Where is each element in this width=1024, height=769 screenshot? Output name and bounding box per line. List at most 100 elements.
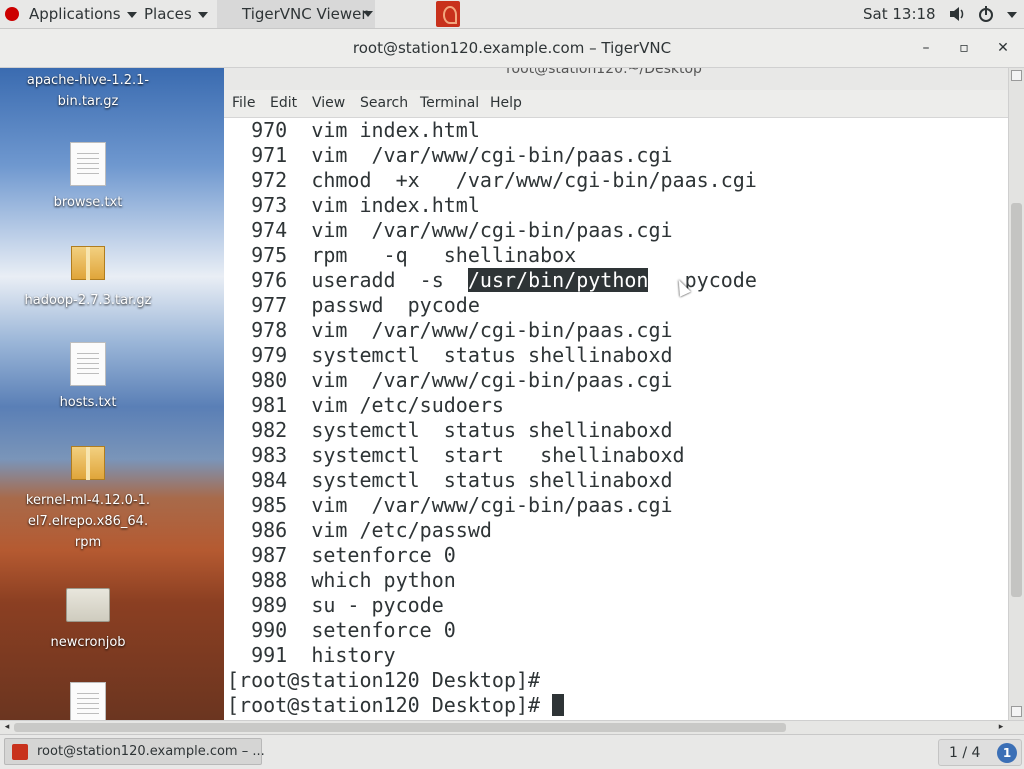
menu-search[interactable]: Search: [360, 95, 408, 111]
desktop-icon-kernel-rpm[interactable]: kernel-ml-4.12.0-1. el7.elrepo.x86_64. rpm: [0, 442, 176, 553]
scroll-right-arrow-icon[interactable]: ▸: [996, 722, 1006, 732]
maximize-button[interactable]: ▫: [953, 37, 975, 59]
label-line: el7.elrepo.x86_64.: [27, 514, 149, 529]
history-line: 982 systemctl status shellinaboxd: [227, 418, 672, 443]
shell-prompt: [root@station120 Desktop]#: [227, 693, 553, 717]
history-line: 989 su - pycode: [227, 593, 444, 618]
history-command: vim /var/www/cgi-bin/paas.cgi: [311, 493, 673, 517]
places-label: Places: [144, 5, 192, 23]
history-command: vim /var/www/cgi-bin/paas.cgi: [311, 143, 673, 167]
power-icon[interactable]: [977, 0, 995, 28]
history-line: 987 setenforce 0: [227, 543, 456, 568]
tigervnc-icon: [12, 744, 28, 760]
terminal-scrollbar[interactable]: [1008, 68, 1024, 720]
desktop-icon-apache-hive[interactable]: apache-hive-1.2.1- bin.tar.gz: [0, 70, 176, 112]
menu-file[interactable]: File: [232, 95, 255, 111]
terminal-menubar: File Edit View Search Terminal Help: [224, 90, 1008, 118]
workspace-label: 1 / 4: [949, 745, 981, 761]
scroll-up-arrow-icon[interactable]: [1011, 70, 1022, 81]
history-line: 973 vim index.html: [227, 193, 480, 218]
text-file-icon: [70, 342, 106, 386]
places-menu[interactable]: Places: [144, 0, 208, 28]
history-command: passwd pycode: [311, 293, 480, 317]
active-app-label: TigerVNC Viewer: [242, 5, 368, 23]
desktop-icon-text-file[interactable]: [0, 682, 176, 720]
tigervnc-icon: [436, 1, 460, 27]
history-command: useradd -s: [311, 268, 468, 292]
volume-icon[interactable]: [948, 0, 966, 28]
selected-text[interactable]: /usr/bin/python: [467, 268, 649, 292]
applications-menu[interactable]: Applications: [29, 0, 137, 28]
history-line: 971 vim /var/www/cgi-bin/paas.cgi: [227, 143, 673, 168]
history-line: 984 systemctl status shellinaboxd: [227, 468, 673, 493]
scrollbar-thumb[interactable]: [14, 723, 786, 732]
history-command: vim index.html: [311, 193, 480, 217]
taskbar-window-button[interactable]: root@station120.example.com – ...: [4, 738, 265, 765]
desktop-icon-hadoop[interactable]: hadoop-2.7.3.tar.gz: [0, 242, 176, 311]
active-app-menu[interactable]: TigerVNC Viewer: [217, 0, 460, 28]
shell-prompt: [root@station120 Desktop]#: [227, 668, 541, 692]
history-command: systemctl status shellinaboxd: [311, 468, 673, 492]
menu-help[interactable]: Help: [490, 95, 522, 111]
history-command: which python: [311, 568, 456, 592]
desktop-icon-browse-txt[interactable]: browse.txt: [0, 142, 176, 213]
terminal-titlebar: root@station120:~/Desktop: [224, 68, 1024, 90]
clock[interactable]: Sat 13:18: [863, 0, 936, 28]
history-number: 981: [251, 393, 288, 417]
history-line: 975 rpm -q shellinabox: [227, 243, 576, 268]
viewer-horizontal-scrollbar[interactable]: ◂ ▸: [0, 720, 1024, 735]
history-command: vim /etc/passwd: [311, 518, 492, 542]
history-command: setenforce 0: [311, 543, 456, 567]
archive-icon: [71, 246, 105, 280]
history-number: 970: [251, 118, 288, 142]
history-line: 970 vim index.html: [227, 118, 480, 143]
menu-terminal[interactable]: Terminal: [420, 95, 479, 111]
menu-edit[interactable]: Edit: [270, 95, 297, 111]
history-command: su - pycode: [311, 593, 444, 617]
desktop-icon-newcronjob[interactable]: newcronjob: [0, 582, 176, 653]
desktop-icon-label: hadoop-2.7.3.tar.gz: [24, 293, 152, 308]
remote-desktop: apache-hive-1.2.1- bin.tar.gz browse.txt …: [0, 68, 224, 720]
top-panel: Applications Places TigerVNC Viewer Sat …: [0, 0, 1024, 29]
history-command: vim /var/www/cgi-bin/paas.cgi: [311, 318, 673, 342]
vnc-window-titlebar: root@station120.example.com – TigerVNC –…: [0, 29, 1024, 68]
vnc-window-title: root@station120.example.com – TigerVNC: [352, 39, 672, 57]
history-number: 973: [251, 193, 288, 217]
history-number: 974: [251, 218, 288, 242]
shell-prompt-active[interactable]: [root@station120 Desktop]#: [227, 693, 565, 718]
chevron-down-icon: [363, 11, 373, 17]
history-number: 990: [251, 618, 288, 642]
history-command: systemctl start shellinaboxd: [311, 443, 685, 467]
history-number: 980: [251, 368, 288, 392]
history-line: 980 vim /var/www/cgi-bin/paas.cgi: [227, 368, 672, 393]
history-command: pycode: [648, 268, 757, 292]
history-line: 990 setenforce 0: [227, 618, 456, 643]
history-line: 981 vim /etc/sudoers: [227, 393, 504, 418]
scroll-left-arrow-icon[interactable]: ◂: [2, 722, 12, 732]
menu-view[interactable]: View: [312, 95, 345, 111]
close-button[interactable]: ✕: [992, 37, 1014, 59]
workspace-switcher[interactable]: 1 / 4 1: [938, 739, 1022, 766]
history-line: 974 vim /var/www/cgi-bin/paas.cgi: [227, 218, 673, 243]
scroll-down-arrow-icon[interactable]: [1011, 706, 1022, 717]
history-command: vim /var/www/cgi-bin/paas.cgi: [311, 218, 673, 242]
history-command: history: [311, 643, 396, 667]
label-line: apache-hive-1.2.1-: [26, 73, 150, 88]
label-line: rpm: [74, 535, 102, 550]
terminal-window: root@station120:~/Desktop File Edit View…: [224, 68, 1024, 720]
applications-label: Applications: [29, 5, 121, 23]
history-number: 979: [251, 343, 288, 367]
terminal-output[interactable]: 970 vim index.html 971 vim /var/www/cgi-…: [224, 118, 1008, 718]
system-menu[interactable]: [1001, 0, 1017, 28]
desktop-icon-label: newcronjob: [50, 635, 126, 650]
scrollbar-thumb[interactable]: [1011, 203, 1022, 597]
history-number: 987: [251, 543, 288, 567]
desktop-icon-hosts-txt[interactable]: hosts.txt: [0, 342, 176, 413]
applications-logo-icon[interactable]: [5, 7, 19, 21]
desktop-icon-label: hosts.txt: [59, 395, 117, 410]
chevron-down-icon: [197, 11, 208, 18]
minimize-button[interactable]: –: [915, 37, 937, 59]
notification-badge[interactable]: 1: [997, 743, 1017, 763]
history-command: chmod +x /var/www/cgi-bin/paas.cgi: [311, 168, 757, 192]
history-number: 976: [251, 268, 288, 292]
